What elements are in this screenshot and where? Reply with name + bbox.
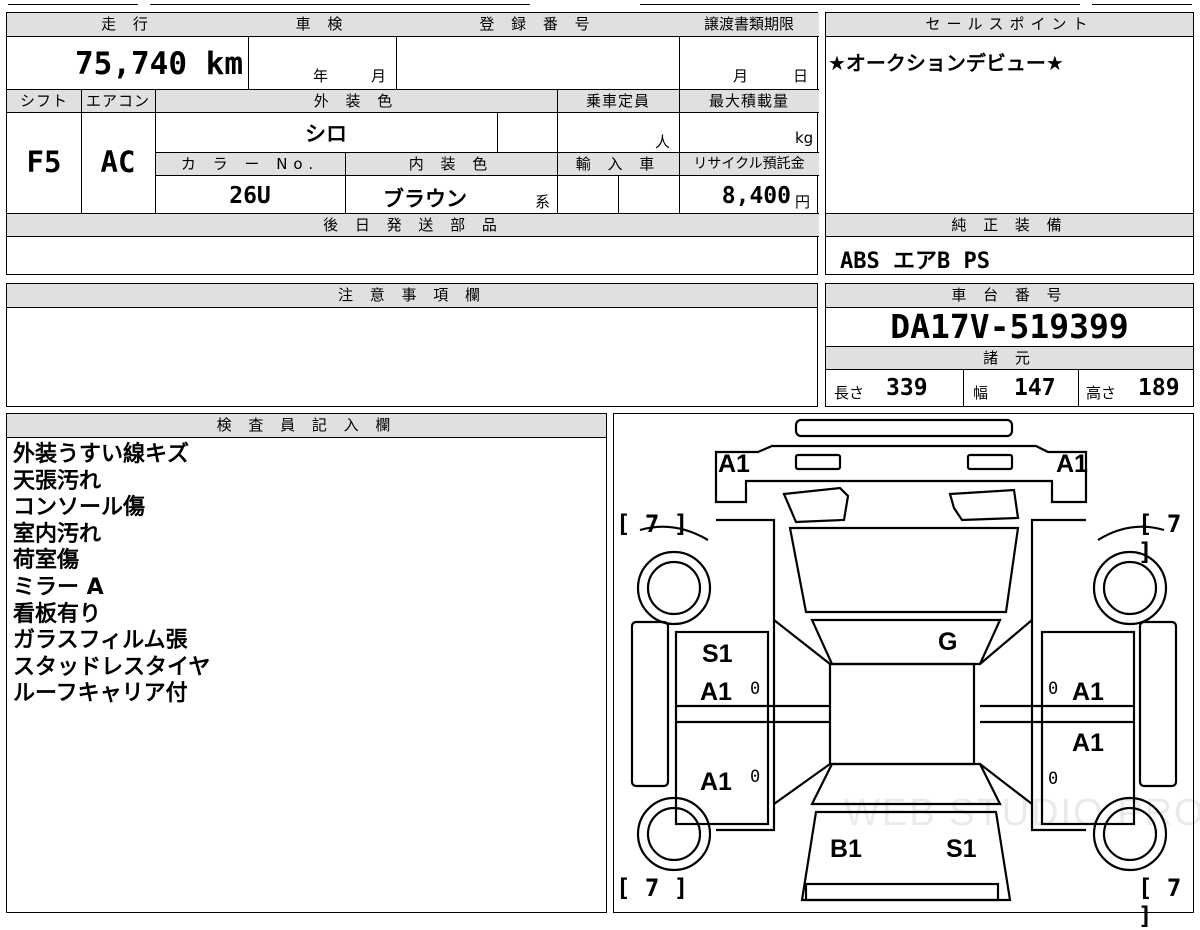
inspector-line: 天張汚れ [13, 468, 102, 494]
spec-header: 諸 元 [826, 346, 1193, 370]
color-no-header: カ ラ ー No. [155, 152, 345, 176]
import-header: 輸 入 車 [557, 152, 679, 176]
inspector-line: 看板有り [13, 601, 102, 627]
label-glass: G [938, 628, 958, 656]
label-left-front-door-2: A1 [700, 678, 732, 706]
shift-value: F5 [26, 145, 62, 179]
recycle-header: リサイクル預託金 [679, 152, 819, 176]
zero-mark: 0 [1048, 769, 1059, 789]
height-value: 189 [1138, 375, 1180, 401]
inspector-header: 検 査 員 記 入 欄 [7, 414, 606, 438]
later-parts-header: 後 日 発 送 部 品 [7, 213, 819, 237]
sales-point-box: セールスポイント ★オークションデビュー★ 純 正 装 備 ABS エアB PS [825, 12, 1194, 275]
vehicle-info-table: 走 行 車 検 登 録 番 号 譲渡書類期限 75,740 km 年 月 月 日… [6, 12, 819, 275]
mileage-value: 75,740 km [75, 46, 243, 82]
transfer-month-unit: 月 [733, 67, 749, 85]
chassis-number: DA17V-519399 [890, 307, 1129, 346]
label-front-left: A1 [718, 450, 750, 478]
inspector-line: 荷室傷 [13, 548, 80, 574]
label-rear-left: B1 [830, 835, 862, 863]
capacity-header: 乗車定員 [557, 89, 679, 113]
interior-color-value: ブラウン [383, 187, 467, 211]
inspection-year-unit: 年 [313, 67, 329, 85]
sales-point-text: ★オークションデビュー★ [828, 51, 1064, 75]
width-label: 幅 [973, 384, 989, 402]
label-left-front-door-1: S1 [702, 640, 733, 668]
label-left-rear-door: A1 [700, 768, 732, 796]
recycle-value: 8,400 [721, 183, 791, 209]
sales-point-header: セールスポイント [826, 13, 1193, 37]
inspector-line: 外装うすい線キズ [13, 442, 190, 467]
inspector-line: ミラー A [13, 574, 104, 600]
label-rear-right: S1 [946, 835, 977, 863]
zero-mark: 0 [1048, 679, 1059, 699]
inspector-line: コンソール傷 [13, 495, 146, 521]
inspector-line: ガラスフィルム張 [13, 628, 188, 654]
notes-box: 注 意 事 項 欄 [6, 283, 818, 407]
inspector-line: スタッドレスタイヤ [13, 654, 211, 680]
inspection-header: 車 検 [248, 13, 396, 37]
aircon-value: AC [100, 145, 136, 179]
car-diagram [630, 418, 1178, 902]
length-label: 長さ [834, 384, 865, 402]
genuine-equipment-value: ABS エアB PS [840, 249, 990, 274]
transfer-day-unit: 日 [793, 67, 809, 85]
color-no-value: 26U [229, 183, 271, 209]
recycle-unit: 円 [795, 193, 811, 211]
inspector-line: ルーフキャリア付 [13, 681, 188, 707]
tire-mark-front-right: [ 7 ] [1138, 510, 1182, 566]
inspector-lines: 外装うすい線キズ 天張汚れ コンソール傷 室内汚れ 荷室傷 ミラー A 看板有り… [13, 442, 210, 708]
label-right-rear-door: A1 [1072, 729, 1104, 757]
genuine-equipment-header: 純 正 装 備 [826, 213, 1193, 237]
registration-header: 登 録 番 号 [396, 13, 679, 37]
label-right-front-door: A1 [1072, 678, 1104, 706]
interior-color-header: 内 装 色 [345, 152, 557, 176]
inspector-line: 室内汚れ [13, 521, 102, 547]
exterior-color-header: 外 装 色 [155, 89, 557, 113]
length-value: 339 [886, 375, 928, 401]
tire-mark-rear-right: [ 7 ] [1138, 874, 1182, 930]
top-strip [0, 0, 1200, 6]
zero-mark: 0 [750, 767, 761, 787]
height-label: 高さ [1086, 384, 1117, 402]
shift-header: シフト [7, 89, 81, 113]
car-diagram-box: [ 7 ] [ 7 ] [ 7 ] [ 7 ] A1 A1 G S1 A1 0 … [613, 413, 1200, 930]
max-load-unit: kg [795, 129, 814, 147]
chassis-box: 車 台 番 号 DA17V-519399 諸 元 長さ 339 幅 147 高さ… [825, 283, 1194, 407]
exterior-color-value: シロ [305, 122, 347, 146]
aircon-header: エアコン [81, 89, 155, 113]
interior-suffix: 系 [535, 193, 551, 211]
transfer-deadline-header: 譲渡書類期限 [679, 13, 819, 37]
chassis-header: 車 台 番 号 [826, 284, 1193, 308]
watermark: WEB STUDIO PRO [844, 792, 1200, 834]
max-load-header: 最大積載量 [679, 89, 819, 113]
width-value: 147 [1014, 375, 1056, 401]
capacity-unit: 人 [655, 133, 671, 151]
inspector-box: 検 査 員 記 入 欄 外装うすい線キズ 天張汚れ コンソール傷 室内汚れ 荷室… [6, 413, 607, 913]
mileage-header: 走 行 [7, 13, 248, 37]
tire-mark-front-left: [ 7 ] [616, 510, 689, 538]
inspection-month-unit: 月 [371, 67, 387, 85]
label-front-right: A1 [1056, 450, 1088, 478]
tire-mark-rear-left: [ 7 ] [616, 874, 689, 902]
zero-mark: 0 [750, 679, 761, 699]
notes-header: 注 意 事 項 欄 [7, 284, 817, 308]
